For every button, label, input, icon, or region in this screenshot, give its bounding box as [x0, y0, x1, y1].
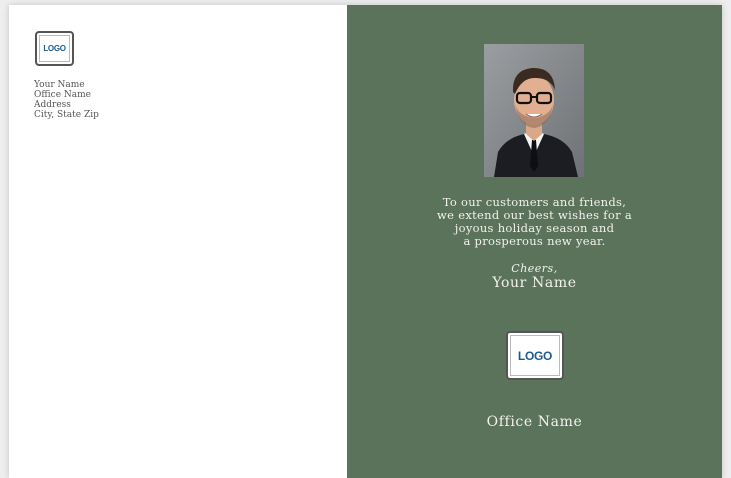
left-panel: LOGO Your Name Office Name Address City,…: [9, 5, 347, 478]
closing-salutation[interactable]: Cheers,: [347, 262, 722, 275]
greeting-message[interactable]: To our customers and friends, we extend …: [347, 196, 722, 248]
return-address[interactable]: Your Name Office Name Address City, Stat…: [34, 80, 99, 120]
logo-text: LOGO: [43, 44, 66, 53]
office-name[interactable]: Office Name: [347, 414, 722, 430]
card-spread: LOGO Your Name Office Name Address City,…: [9, 5, 722, 478]
portrait-photo[interactable]: [484, 44, 584, 177]
logo-placeholder-small[interactable]: LOGO: [35, 31, 74, 66]
address-line: Your Name: [34, 80, 85, 90]
greeting-line: a prosperous new year.: [463, 234, 606, 248]
portrait-photo-icon: [484, 44, 584, 177]
address-line: Address: [34, 100, 71, 110]
address-line: Office Name: [34, 90, 91, 100]
logo-placeholder-large[interactable]: LOGO: [506, 331, 564, 380]
signer-name[interactable]: Your Name: [347, 275, 722, 291]
right-panel: To our customers and friends, we extend …: [347, 5, 722, 478]
address-line: City, State Zip: [34, 110, 99, 120]
logo-text: LOGO: [517, 348, 553, 363]
